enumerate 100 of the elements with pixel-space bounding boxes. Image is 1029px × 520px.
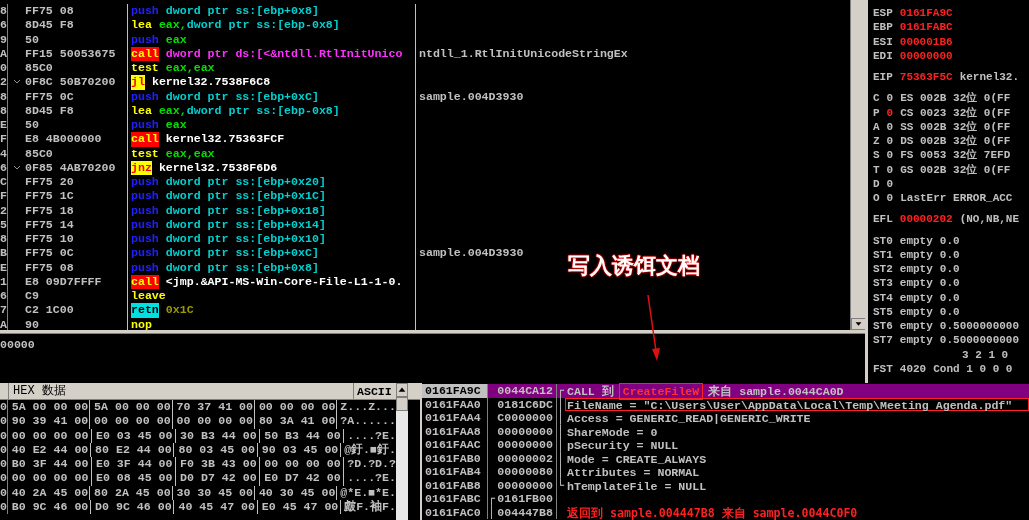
mnemonic: nop (131, 317, 152, 332)
address-cell: 8 (0, 232, 8, 247)
register-note: 0.0 (939, 247, 960, 262)
value-cell-text: 0181C6DC (496, 397, 554, 411)
address-cell: 6 (0, 289, 8, 304)
address-cell: 4 (0, 146, 8, 161)
register-value: 0 (886, 134, 894, 149)
value-cell-text: 00000080 (496, 465, 554, 479)
bytes-cell: E8 09D7FFFF (25, 274, 128, 289)
ascii-cell-text: Z...Z... (339, 400, 396, 415)
hex-cell: 30 B3 44 00 (176, 428, 261, 443)
hex-cell: 80 2A 45 00 (90, 485, 173, 501)
register-note: LastErr ERROR_ACC (900, 191, 1013, 206)
operand: kernel32.75363FCF (165, 132, 285, 147)
address-cell: E (0, 118, 8, 133)
address-cell: 1 (0, 274, 8, 289)
register-name: C (873, 91, 880, 106)
hex-cell: 80 E2 44 00 (91, 442, 175, 458)
mnemonic: push (131, 203, 159, 218)
register-note: 0.5000000000 (939, 319, 1020, 334)
mnemonic: jnz (131, 160, 152, 175)
address-cell: 8 (0, 89, 8, 104)
register-value: empty (899, 333, 933, 348)
register-note: 3 2 1 0 (962, 347, 1009, 362)
operand: dword ptr ss:[ebp-0x8] (186, 18, 340, 33)
address-cell: 0161FAB8 (422, 478, 488, 492)
address-cell: 2 (0, 203, 8, 218)
hex-cell: E0 08 45 00 (91, 471, 177, 486)
comment: ShareMode = 0 (566, 424, 659, 438)
register-name: ESI (873, 34, 893, 49)
register-note: 0.0 (939, 276, 960, 291)
register-note: (NO,NB,NE (959, 212, 1020, 227)
register-name: Z (873, 134, 880, 149)
operand: dword ptr ss:[ebp+0x1C] (165, 189, 326, 204)
register-name: ST1 (873, 247, 893, 262)
register-value: empty (899, 262, 933, 277)
register-name: O (873, 191, 880, 206)
address-cell: 0 (0, 457, 8, 472)
comment: pSecurity = NULL (566, 438, 680, 452)
register-name: EBP (873, 20, 893, 35)
value-cell-text: 00000000 (496, 424, 554, 438)
operand: dword ptr ss:[ebp-0x8] (186, 103, 340, 118)
ascii-cell-text: 皻F.袖F. (343, 500, 396, 515)
register-note: Cond 1 0 0 0 (933, 361, 1013, 376)
register-value: 0 (886, 148, 894, 163)
comment: sample.004D3930 (419, 246, 524, 260)
ascii-cell-text: ....?E. (346, 428, 396, 443)
register-value: 00000202 (899, 212, 953, 227)
hex-cell: 80 03 45 00 (174, 442, 258, 458)
mnemonic: push (131, 246, 159, 261)
annotation-arrow (647, 294, 660, 361)
value-cell-text: 00000000 (496, 438, 554, 452)
address-cell: 8 (0, 103, 8, 118)
ascii-cell-text: @*E.■*E. (339, 485, 396, 500)
address-cell: 0 (0, 61, 8, 76)
value-cell-text: 004447B8 (496, 505, 554, 519)
hex-cell: 30 30 45 00 (172, 485, 255, 501)
value-cell-text: 00000000 (496, 478, 554, 492)
address-cell: 0 (0, 485, 8, 501)
scroll-up-icon[interactable] (396, 383, 408, 397)
address-cell: 0161FAA4 (422, 411, 488, 425)
register-value: 0 (886, 191, 894, 206)
address-cell: 0 (0, 500, 8, 515)
comment: hTemplateFile = NULL (566, 478, 708, 492)
operand: dword ptr ds:[<&ntdll.RtlInitUnico (165, 46, 403, 61)
hex-cell: 40 E2 44 00 (7, 442, 92, 458)
address-cell: 0 (0, 428, 8, 443)
mnemonic: test (131, 61, 159, 76)
operand: dword ptr ss:[ebp+0x20] (165, 175, 326, 190)
mnemonic: push (131, 217, 159, 232)
hex-cell: 5A 00 00 00 (7, 400, 91, 415)
register-value: 000001B6 (899, 34, 953, 49)
register-name: FST (873, 361, 893, 376)
address-cell: 0161FAA0 (422, 397, 488, 411)
mnemonic: call (131, 46, 159, 61)
bracket-line: │ (557, 424, 565, 438)
hex-cell: 80 3A 41 00 (254, 414, 338, 429)
hex-cell: D0 9C 46 00 (91, 500, 175, 515)
operand: eax (165, 118, 187, 133)
operand: 0x1C (165, 303, 194, 318)
mnemonic: test (131, 146, 159, 161)
mnemonic: push (131, 175, 159, 190)
ascii-cell-text: ?A...... (339, 414, 396, 429)
register-note: DS 002B 32位 0(FF (900, 134, 1011, 149)
register-name: ST4 (873, 290, 893, 305)
ascii-cell-text: @釪.■釪. (343, 442, 396, 458)
address-cell: 0161FAAC (422, 438, 488, 452)
register-value: 00000000 (899, 48, 953, 63)
mnemonic: push (131, 118, 159, 133)
operand: eax,eax (165, 61, 215, 76)
hex-cell: F0 3B 43 00 (176, 457, 261, 472)
scrollbar[interactable] (850, 0, 865, 330)
bytes-cell: 0F8C 50B70200 (25, 75, 128, 90)
scrollbar[interactable] (396, 383, 408, 520)
register-name: P (873, 105, 880, 120)
bracket-line: ┌ (557, 384, 565, 398)
scroll-thumb[interactable] (396, 397, 408, 411)
register-value: empty (899, 276, 933, 291)
comment: ntdll_1.RtlInitUnicodeStringEx (419, 46, 628, 60)
register-note: 0.0 (939, 233, 960, 248)
